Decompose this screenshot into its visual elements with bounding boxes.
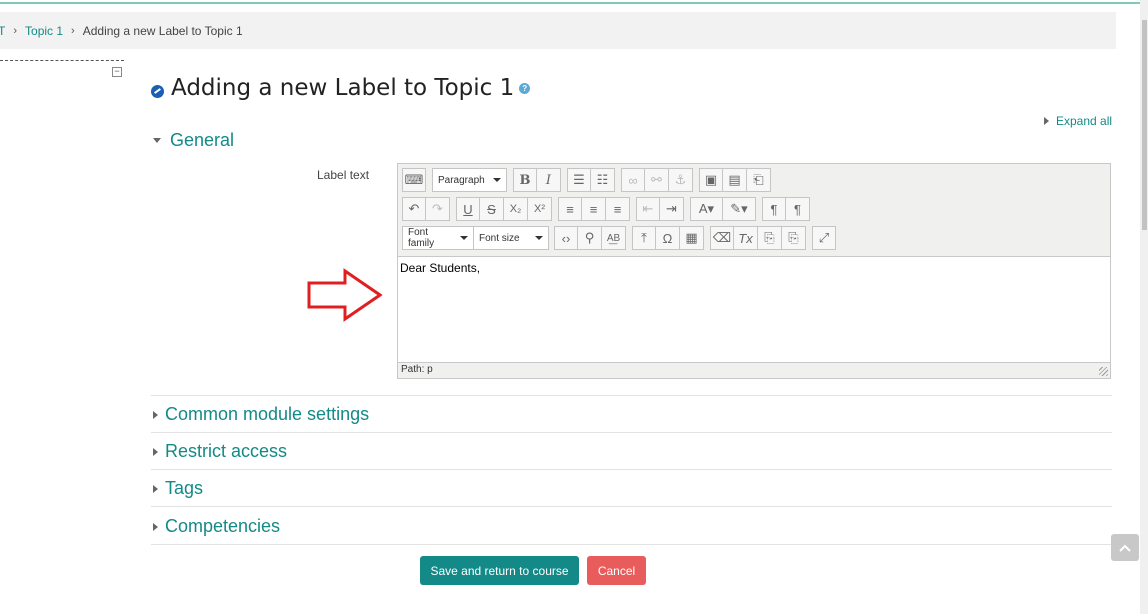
paragraph-format-select[interactable]: Paragraph bbox=[432, 168, 507, 192]
section-competencies-label: Competencies bbox=[165, 516, 281, 536]
expand-all-link[interactable]: Expand all bbox=[1044, 114, 1112, 128]
breadcrumb-topic-link[interactable]: Topic 1 bbox=[25, 24, 63, 38]
indent-icon[interactable]: ⇥ bbox=[660, 197, 684, 221]
section-common-module-settings[interactable]: Common module settings bbox=[153, 404, 369, 425]
superscript-icon[interactable]: X² bbox=[528, 197, 552, 221]
text-color-icon[interactable]: A▾ bbox=[690, 197, 723, 221]
align-right-icon[interactable]: ≡ bbox=[606, 197, 630, 221]
section-divider bbox=[151, 432, 1112, 433]
caret-down-icon bbox=[153, 138, 161, 143]
editor-content: Dear Students, bbox=[400, 261, 481, 275]
breadcrumb-separator-icon: › bbox=[71, 24, 75, 37]
red-arrow-annotation bbox=[307, 268, 383, 322]
bold-icon[interactable]: B bbox=[513, 168, 537, 192]
section-restrict-access[interactable]: Restrict access bbox=[153, 441, 287, 462]
subscript-icon[interactable]: X₂ bbox=[504, 197, 528, 221]
nonbreaking-icon[interactable]: A͟B bbox=[602, 226, 626, 250]
font-family-label: Font family bbox=[408, 227, 435, 249]
section-general-label: General bbox=[170, 130, 235, 150]
chevron-down-icon bbox=[493, 178, 501, 182]
breadcrumb: T › Topic 1 › Adding a new Label to Topi… bbox=[0, 12, 1116, 49]
section-competencies[interactable]: Competencies bbox=[153, 516, 280, 537]
paragraph-format-label: Paragraph bbox=[438, 174, 485, 186]
font-size-label: Font size bbox=[479, 232, 520, 244]
table-icon[interactable]: ▦ bbox=[680, 226, 704, 250]
unlink-icon[interactable]: ⚯ bbox=[645, 168, 669, 192]
breadcrumb-cut-item[interactable]: T bbox=[0, 24, 5, 38]
image-icon[interactable]: ▣ bbox=[699, 168, 723, 192]
cleanup-icon[interactable]: ⌫ bbox=[710, 226, 734, 250]
expand-all-label: Expand all bbox=[1056, 114, 1113, 128]
caret-right-icon bbox=[153, 447, 158, 456]
link-icon[interactable]: ∞ bbox=[621, 168, 645, 192]
caret-right-icon bbox=[153, 522, 158, 531]
section-divider bbox=[151, 506, 1112, 507]
italic-icon[interactable]: I bbox=[537, 168, 561, 192]
chevron-down-icon bbox=[460, 236, 468, 240]
top-accent-line bbox=[0, 2, 1140, 4]
section-tags[interactable]: Tags bbox=[153, 478, 203, 499]
section-divider bbox=[151, 395, 1112, 396]
back-to-top-button[interactable] bbox=[1111, 534, 1139, 561]
background-color-icon[interactable]: ✎▾ bbox=[723, 197, 756, 221]
help-icon[interactable]: ? bbox=[519, 82, 531, 94]
numbered-list-icon[interactable]: ☷ bbox=[591, 168, 615, 192]
breadcrumb-separator-icon: › bbox=[13, 24, 18, 37]
toolbar-row-1: ⌨ Paragraph B I ☰ ☷ ∞ ⚯ ⚓ ▣ ▤ ⎗ bbox=[402, 168, 777, 192]
manage-files-icon[interactable]: ⎗ bbox=[747, 168, 771, 192]
section-tags-label: Tags bbox=[165, 478, 204, 498]
cancel-button[interactable]: Cancel bbox=[587, 556, 646, 585]
undo-icon[interactable]: ↶ bbox=[402, 197, 426, 221]
editor-content-area[interactable]: Dear Students, bbox=[398, 256, 1110, 363]
outdent-icon[interactable]: ⇤ bbox=[636, 197, 660, 221]
chevron-down-icon bbox=[535, 236, 543, 240]
save-and-return-button[interactable]: Save and return to course bbox=[420, 556, 579, 585]
page-header: Adding a new Label to Topic 1 ? bbox=[151, 75, 531, 101]
ltr-icon[interactable]: ¶ bbox=[762, 197, 786, 221]
anchor-icon[interactable]: ⚓ bbox=[669, 168, 693, 192]
font-family-select[interactable]: Font family bbox=[402, 226, 474, 250]
breadcrumb-current: Adding a new Label to Topic 1 bbox=[82, 23, 243, 38]
special-char-icon[interactable]: Ω bbox=[656, 226, 680, 250]
page-title: Adding a new Label to Topic 1 bbox=[171, 75, 515, 101]
upload-icon[interactable]: ⤒ bbox=[632, 226, 656, 250]
media-icon[interactable]: ▤ bbox=[723, 168, 747, 192]
caret-right-icon bbox=[153, 484, 158, 493]
toolbar-toggle-icon[interactable]: ⌨ bbox=[402, 168, 426, 192]
section-common-label: Common module settings bbox=[165, 404, 370, 424]
caret-right-icon bbox=[1044, 117, 1049, 125]
redo-icon[interactable]: ↷ bbox=[426, 197, 450, 221]
toolbar-row-3: Font family Font size ‹› ⚲ A͟B ⤒ Ω ▦ ⌫ T… bbox=[402, 226, 842, 250]
caret-right-icon bbox=[153, 410, 158, 419]
font-size-select[interactable]: Font size bbox=[474, 226, 549, 250]
resize-grip-icon[interactable] bbox=[1099, 367, 1108, 376]
fullscreen-icon[interactable]: ⤢ bbox=[812, 226, 836, 250]
section-divider bbox=[151, 469, 1112, 470]
clear-format-icon[interactable]: Tx bbox=[734, 226, 758, 250]
underline-icon[interactable]: U bbox=[456, 197, 480, 221]
chevron-up-icon bbox=[1119, 544, 1131, 552]
section-general[interactable]: General bbox=[153, 130, 234, 151]
label-text-label: Label text bbox=[317, 168, 370, 182]
left-block-divider bbox=[0, 60, 124, 61]
paste-word-icon[interactable]: ⎘ bbox=[782, 226, 806, 250]
section-divider bbox=[151, 544, 1112, 545]
bullet-list-icon[interactable]: ☰ bbox=[567, 168, 591, 192]
toolbar-row-2: ↶ ↷ U S X₂ X² ≡ ≡ ≡ ⇤ ⇥ A▾ ✎▾ ¶ ¶ bbox=[402, 197, 816, 221]
strikethrough-icon[interactable]: S bbox=[480, 197, 504, 221]
section-restrict-label: Restrict access bbox=[165, 441, 288, 461]
text-editor: ⌨ Paragraph B I ☰ ☷ ∞ ⚯ ⚓ ▣ ▤ ⎗ ↶ ↷ U S … bbox=[397, 163, 1111, 379]
search-replace-icon[interactable]: ⚲ bbox=[578, 226, 602, 250]
editor-path: Path: p bbox=[401, 364, 433, 375]
code-view-icon[interactable]: ‹› bbox=[554, 226, 578, 250]
align-center-icon[interactable]: ≡ bbox=[582, 197, 606, 221]
label-module-icon bbox=[151, 84, 164, 98]
collapse-block-icon[interactable]: − bbox=[112, 67, 122, 77]
paste-text-icon[interactable]: ⎘ bbox=[758, 226, 782, 250]
rtl-icon[interactable]: ¶ bbox=[786, 197, 810, 221]
scrollbar-thumb[interactable] bbox=[1142, 20, 1147, 230]
align-left-icon[interactable]: ≡ bbox=[558, 197, 582, 221]
